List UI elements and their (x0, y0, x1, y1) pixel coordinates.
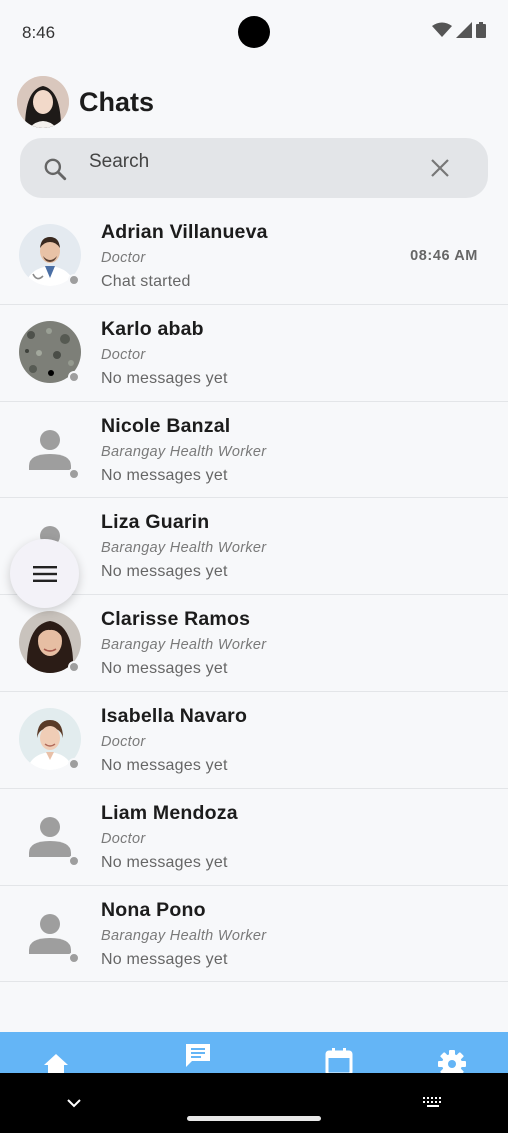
chat-preview: No messages yet (101, 853, 228, 871)
chat-name: Adrian Villanueva (101, 221, 268, 243)
chat-list-item[interactable]: Adrian Villanueva Doctor Chat started 08… (0, 208, 508, 305)
page-title: Chats (79, 86, 155, 117)
search-bar[interactable] (20, 138, 488, 198)
chat-list-item[interactable]: Karlo abab Doctor No messages yet (0, 305, 508, 402)
status-dot (68, 467, 80, 480)
chat-preview: No messages yet (101, 369, 228, 387)
search-input[interactable] (89, 150, 409, 174)
battery-icon (476, 22, 486, 38)
chat-name: Liam Mendoza (101, 801, 238, 824)
chat-name: Isabella Navaro (101, 704, 248, 727)
chat-preview: No messages yet (101, 950, 228, 968)
menu-fab-button[interactable] (10, 539, 79, 608)
chat-name: Clarisse Ramos (101, 608, 251, 631)
chat-preview: No messages yet (101, 563, 228, 581)
chat-role: Doctor (101, 346, 146, 363)
nav-home-button[interactable] (42, 1052, 70, 1074)
status-dot (68, 274, 80, 286)
chat-role: Doctor (101, 250, 146, 266)
chat-list-item[interactable]: Nicole Banzal Barangay Health Worker No … (0, 402, 508, 499)
chat-name: Nicole Banzal (101, 414, 231, 437)
chat-name: Karlo abab (101, 317, 204, 340)
chat-name: Liza Guarin (101, 511, 210, 534)
settings-icon (438, 1050, 466, 1074)
chat-time: 08:46 AM (410, 248, 478, 264)
chat-preview: Chat started (101, 273, 191, 290)
keyboard-icon[interactable] (422, 1096, 444, 1110)
system-nav-bar (0, 1073, 508, 1133)
chat-role: Barangay Health Worker (101, 540, 267, 557)
header: Chats (17, 76, 154, 128)
wifi-icon (432, 22, 452, 37)
chat-preview: No messages yet (101, 756, 228, 774)
search-icon (44, 158, 67, 181)
chat-list: Adrian Villanueva Doctor Chat started 08… (0, 208, 508, 983)
status-dot (68, 854, 80, 867)
status-time: 8:46 (22, 23, 56, 42)
camera-cutout (238, 16, 270, 48)
signal-icon (456, 22, 472, 38)
chat-role: Doctor (101, 733, 146, 750)
chat-list-item[interactable]: Liam Mendoza Doctor No messages yet (0, 789, 508, 886)
bottom-nav (0, 1032, 508, 1074)
home-gesture-bar[interactable] (187, 1116, 321, 1121)
chat-list-item[interactable]: Clarisse Ramos Barangay Health Worker No… (0, 595, 508, 692)
chat-preview: No messages yet (101, 466, 228, 484)
chat-list-item[interactable]: Isabella Navaro Doctor No messages yet (0, 692, 508, 789)
status-dot (68, 661, 80, 674)
status-bar: 8:46 (0, 0, 508, 64)
status-dot (68, 951, 80, 964)
status-dot (68, 757, 80, 770)
chat-icon (186, 1044, 210, 1067)
chat-role: Barangay Health Worker (101, 637, 267, 654)
status-dot (68, 370, 80, 383)
calendar-icon (325, 1048, 353, 1074)
nav-settings-button[interactable] (438, 1050, 466, 1074)
chat-role: Barangay Health Worker (101, 927, 267, 944)
chat-preview: No messages yet (101, 660, 228, 678)
chat-role: Barangay Health Worker (101, 443, 267, 460)
nav-calendar-button[interactable] (325, 1048, 353, 1074)
menu-icon (32, 565, 57, 582)
chat-list-item[interactable]: Nona Pono Barangay Health Worker No mess… (0, 886, 508, 983)
close-icon[interactable] (430, 158, 450, 178)
status-icons (432, 22, 486, 38)
chat-name: Nona Pono (101, 898, 206, 921)
home-icon (44, 1054, 68, 1074)
chevron-down-icon[interactable] (66, 1097, 82, 1109)
chat-role: Doctor (101, 830, 146, 847)
profile-avatar[interactable] (17, 76, 69, 128)
nav-chat-button[interactable] (184, 1042, 212, 1073)
